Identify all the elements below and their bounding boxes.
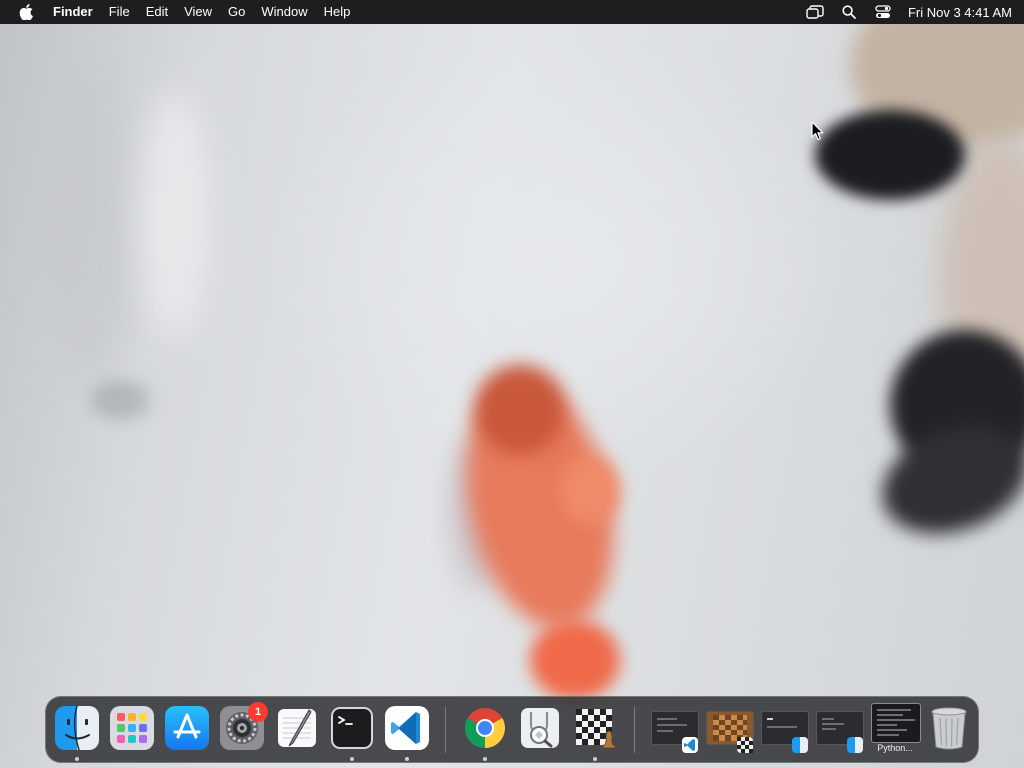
menu-bar: Finder File Edit View Go Window Help Fri… bbox=[0, 0, 1024, 24]
chess-icon bbox=[737, 737, 753, 753]
wallpaper-fish-fin bbox=[560, 455, 620, 525]
chess-icon[interactable] bbox=[572, 705, 618, 751]
spotlight-search-icon[interactable] bbox=[838, 0, 860, 24]
menu-file[interactable]: File bbox=[101, 0, 138, 24]
finder-icon bbox=[792, 737, 808, 753]
app-store-icon[interactable] bbox=[164, 705, 210, 751]
mouse-cursor-icon bbox=[811, 121, 824, 141]
menu-bar-clock[interactable]: Fri Nov 3 4:41 AM bbox=[908, 5, 1012, 20]
dock bbox=[45, 696, 979, 763]
python-window-label: Python... bbox=[877, 743, 913, 753]
vscode-icon bbox=[682, 737, 698, 753]
finder-icon bbox=[847, 737, 863, 753]
apple-menu-icon[interactable] bbox=[0, 0, 52, 24]
running-indicator bbox=[483, 757, 487, 761]
wallpaper-fish-head bbox=[475, 365, 565, 455]
running-indicator bbox=[405, 757, 409, 761]
dock-separator bbox=[445, 707, 446, 753]
running-indicator bbox=[350, 757, 354, 761]
finder-window-thumbnail[interactable] bbox=[814, 705, 864, 755]
trash-icon[interactable] bbox=[926, 705, 972, 751]
wallpaper-cat-paw bbox=[815, 110, 965, 200]
python-window-thumbnail[interactable] bbox=[869, 701, 921, 747]
chrome-icon[interactable] bbox=[462, 705, 508, 751]
launchpad-icon[interactable] bbox=[109, 705, 155, 751]
wallpaper-shadow bbox=[90, 380, 150, 420]
chess-window-thumbnail[interactable] bbox=[704, 705, 754, 755]
wallpaper-streak bbox=[140, 90, 210, 340]
screen-mirroring-icon[interactable] bbox=[804, 0, 826, 24]
desktop-wallpaper[interactable] bbox=[0, 0, 1024, 768]
menu-go[interactable]: Go bbox=[220, 0, 253, 24]
textedit-icon[interactable] bbox=[274, 705, 320, 751]
menu-app-name[interactable]: Finder bbox=[52, 0, 101, 24]
terminal-icon[interactable] bbox=[329, 705, 375, 751]
finder-window-thumbnail[interactable] bbox=[759, 705, 809, 755]
running-indicator bbox=[75, 757, 79, 761]
vscode-window-thumbnail[interactable] bbox=[649, 705, 699, 755]
preview-icon[interactable] bbox=[517, 705, 563, 751]
menu-window[interactable]: Window bbox=[253, 0, 315, 24]
window-preview bbox=[871, 703, 921, 743]
wallpaper-fish-tail bbox=[530, 620, 620, 700]
notification-badge: 1 bbox=[248, 702, 268, 722]
vscode-icon[interactable] bbox=[384, 705, 430, 751]
menu-view[interactable]: View bbox=[176, 0, 220, 24]
dock-separator bbox=[634, 707, 635, 753]
menu-edit[interactable]: Edit bbox=[138, 0, 176, 24]
running-indicator bbox=[593, 757, 597, 761]
menu-help[interactable]: Help bbox=[316, 0, 359, 24]
finder-icon[interactable] bbox=[54, 705, 100, 751]
control-center-icon[interactable] bbox=[872, 0, 894, 24]
wallpaper-streak bbox=[40, 60, 130, 380]
